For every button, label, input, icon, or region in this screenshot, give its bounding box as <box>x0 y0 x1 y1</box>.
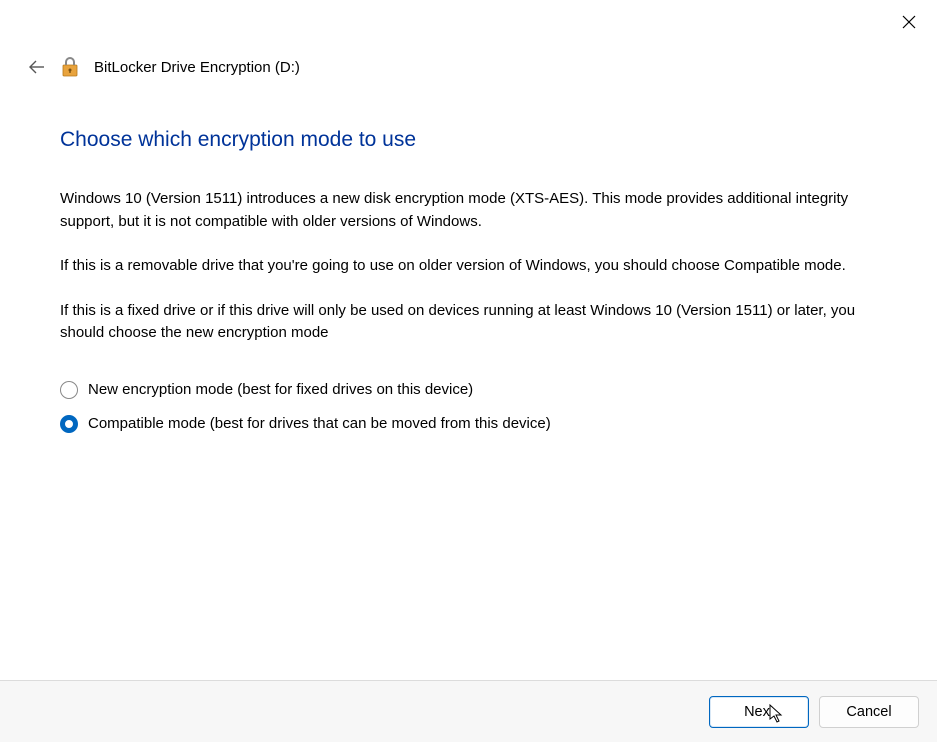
back-arrow-icon[interactable] <box>28 58 46 76</box>
radio-icon <box>60 415 78 433</box>
page-heading: Choose which encryption mode to use <box>60 128 877 152</box>
cancel-button[interactable]: Cancel <box>819 696 919 728</box>
radio-label-compatible-mode: Compatible mode (best for drives that ca… <box>88 415 551 432</box>
header-row: BitLocker Drive Encryption (D:) <box>0 40 937 78</box>
wizard-title: BitLocker Drive Encryption (D:) <box>94 59 300 76</box>
wizard-footer: Next Cancel <box>0 680 937 742</box>
radio-compatible-mode[interactable]: Compatible mode (best for drives that ca… <box>60 415 877 433</box>
radio-label-new-mode: New encryption mode (best for fixed driv… <box>88 381 473 398</box>
next-button[interactable]: Next <box>709 696 809 728</box>
bitlocker-wizard-window: BitLocker Drive Encryption (D:) Choose w… <box>0 0 937 742</box>
description-paragraph-3: If this is a fixed drive or if this driv… <box>60 300 877 345</box>
radio-icon <box>60 381 78 399</box>
close-icon <box>902 15 916 29</box>
radio-new-encryption-mode[interactable]: New encryption mode (best for fixed driv… <box>60 381 877 399</box>
description-paragraph-2: If this is a removable drive that you're… <box>60 255 877 278</box>
description-paragraph-1: Windows 10 (Version 1511) introduces a n… <box>60 188 877 233</box>
close-button[interactable] <box>893 8 925 36</box>
encryption-mode-radio-group: New encryption mode (best for fixed driv… <box>60 381 877 433</box>
content-area: Choose which encryption mode to use Wind… <box>0 78 937 680</box>
titlebar <box>0 0 937 40</box>
bitlocker-lock-icon <box>60 56 80 78</box>
